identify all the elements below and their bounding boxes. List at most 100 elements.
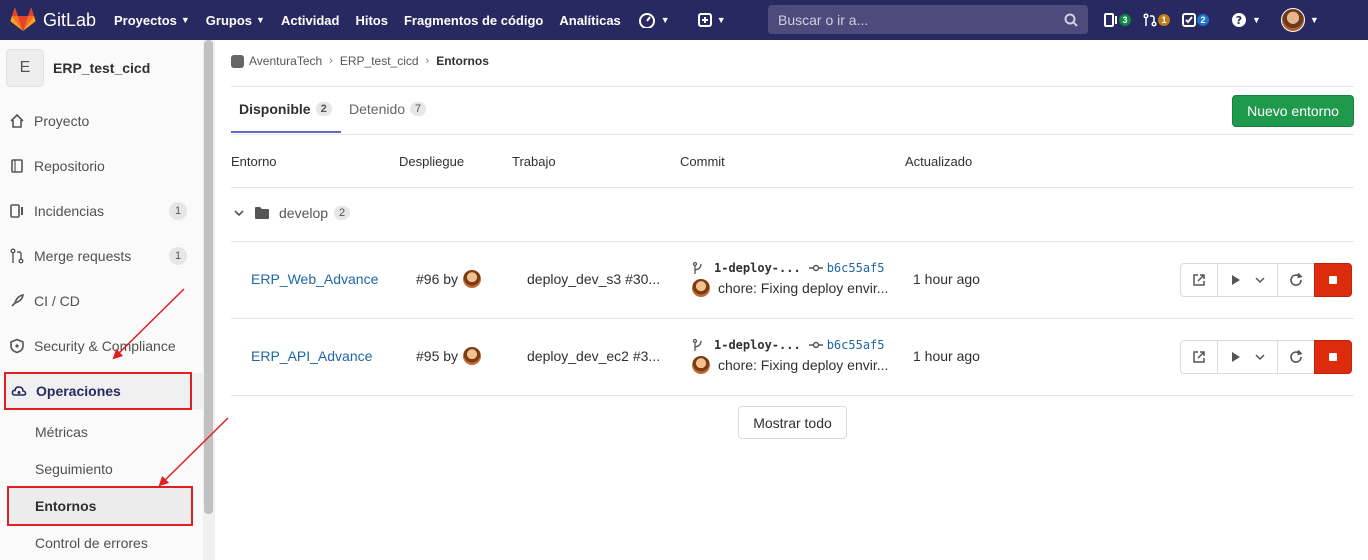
- folder-count-badge: 2: [334, 206, 351, 220]
- commit-sha[interactable]: b6c55af5: [827, 261, 885, 275]
- open-external-button[interactable]: [1180, 263, 1218, 297]
- commit-author-avatar[interactable]: [692, 279, 710, 297]
- environment-link[interactable]: ERP_API_Advance: [251, 348, 372, 364]
- sidebar-item-incidencias[interactable]: Incidencias 1: [8, 193, 190, 229]
- new-dropdown[interactable]: ▼: [697, 13, 726, 27]
- nav-label: Actividad: [280, 12, 340, 28]
- issues-icon: [1104, 13, 1117, 27]
- chevron-right-icon: ›: [425, 55, 430, 67]
- sidebar-item-label: Repositorio: [34, 158, 105, 174]
- gitlab-logo[interactable]: GitLab: [10, 8, 114, 32]
- sidebar-item-security[interactable]: Security & Compliance: [8, 328, 190, 364]
- gitlab-fox-icon: [10, 8, 36, 31]
- tab-detenido[interactable]: Detenido 7: [349, 101, 427, 117]
- performance-dropdown[interactable]: ▼: [637, 12, 670, 28]
- group-avatar: [231, 54, 244, 68]
- dashboard-gauge-icon: [638, 13, 655, 28]
- chevron-right-icon: ›: [329, 55, 333, 67]
- tab-count-badge: 7: [410, 102, 427, 116]
- sidebar-item-ci-cd[interactable]: CI / CD: [8, 283, 190, 319]
- play-icon: [1231, 352, 1240, 362]
- stop-icon: [1329, 353, 1337, 361]
- nav-hitos[interactable]: Hitos: [355, 13, 388, 28]
- job-link[interactable]: deploy_dev_s3 #30...: [527, 271, 660, 287]
- search-input[interactable]: Buscar o ir a...: [768, 5, 1088, 34]
- commit-ref[interactable]: 1-deploy-...: [714, 338, 801, 352]
- breadcrumb-project[interactable]: ERP_test_cicd: [340, 54, 419, 68]
- nav-proyectos[interactable]: Proyectos ▼: [114, 13, 190, 28]
- mr-count-badge: 1: [1158, 14, 1170, 26]
- highlight-box-entornos: [7, 486, 193, 526]
- open-external-button[interactable]: [1180, 340, 1218, 374]
- updated-time: 1 hour ago: [913, 271, 980, 287]
- help-icon: ?: [1232, 13, 1246, 27]
- environment-link[interactable]: ERP_Web_Advance: [251, 271, 378, 287]
- col-header-trabajo: Trabajo: [512, 154, 556, 169]
- sidebar-item-repositorio[interactable]: Repositorio: [8, 148, 190, 184]
- commit-sha[interactable]: b6c55af5: [827, 338, 885, 352]
- tab-count-badge: 2: [315, 102, 332, 116]
- nav-fragmentos[interactable]: Fragmentos de código: [404, 13, 543, 28]
- issues-count-badge: 3: [1119, 14, 1131, 26]
- chevron-down-icon: ▼: [1252, 15, 1261, 25]
- sidebar-item-merge-requests[interactable]: Merge requests 1: [8, 238, 190, 274]
- col-header-entorno: Entorno: [231, 154, 277, 169]
- commit-message[interactable]: chore: Fixing deploy envir...: [718, 357, 888, 373]
- user-menu[interactable]: ▼: [1280, 8, 1319, 32]
- issues-shortcut[interactable]: 3: [1104, 13, 1131, 27]
- user-avatar[interactable]: [463, 347, 482, 365]
- manual-actions-dropdown[interactable]: [1217, 340, 1278, 374]
- divider: [231, 395, 1354, 396]
- deployment-id: #96 by: [416, 271, 459, 287]
- stop-environment-button[interactable]: [1314, 340, 1352, 374]
- sidebar-subitem-metricas[interactable]: Métricas: [35, 424, 88, 440]
- breadcrumb-group[interactable]: AventuraTech: [249, 54, 322, 68]
- job-link[interactable]: deploy_dev_ec2 #3...: [527, 348, 660, 364]
- merge-requests-shortcut[interactable]: 1: [1143, 13, 1170, 27]
- merge-request-icon: [1143, 13, 1157, 27]
- chevron-down-icon: ▼: [256, 15, 265, 25]
- new-environment-button[interactable]: Nuevo entorno: [1232, 95, 1354, 127]
- nav-actividad[interactable]: Actividad: [281, 13, 340, 28]
- nav-grupos[interactable]: Grupos ▼: [206, 13, 265, 28]
- commit-author-avatar[interactable]: [692, 356, 710, 374]
- environment-folder-row[interactable]: develop 2: [234, 205, 351, 221]
- user-avatar[interactable]: [463, 270, 482, 288]
- redeploy-button[interactable]: [1277, 263, 1315, 297]
- col-header-despliegue: Despliegue: [399, 154, 465, 169]
- deployment-id: #95 by: [416, 348, 459, 364]
- retry-icon: [1290, 272, 1303, 286]
- project-avatar: E: [6, 49, 44, 87]
- stop-environment-button[interactable]: [1314, 263, 1352, 297]
- tab-disponible[interactable]: Disponible 2: [239, 101, 332, 117]
- rocket-icon: [8, 292, 26, 310]
- user-avatar: [1280, 8, 1305, 32]
- breadcrumb: AventuraTech › ERP_test_cicd › Entornos: [231, 54, 489, 68]
- help-dropdown[interactable]: ? ▼: [1231, 12, 1261, 28]
- project-header[interactable]: E ERP_test_cicd: [6, 49, 150, 87]
- breadcrumb-current[interactable]: Entornos: [436, 54, 489, 68]
- sidebar-item-label: Proyecto: [34, 113, 90, 129]
- plus-square-icon: [697, 13, 712, 27]
- commit-message[interactable]: chore: Fixing deploy envir...: [718, 280, 888, 296]
- sidebar-item-proyecto[interactable]: Proyecto: [8, 103, 190, 139]
- todos-shortcut[interactable]: 2: [1182, 13, 1209, 27]
- home-icon: [8, 112, 26, 130]
- external-link-icon: [1193, 274, 1205, 286]
- sidebar-subitem-control-errores[interactable]: Control de errores: [35, 535, 148, 551]
- show-all-button[interactable]: Mostrar todo: [738, 406, 847, 439]
- commit-icon: [808, 341, 823, 349]
- redeploy-button[interactable]: [1277, 340, 1315, 374]
- commit-ref[interactable]: 1-deploy-...: [714, 261, 801, 275]
- nav-analiticas[interactable]: Analíticas: [559, 13, 620, 28]
- sidebar-subitem-seguimiento[interactable]: Seguimiento: [35, 461, 113, 477]
- sidebar-item-label: Incidencias: [34, 203, 105, 219]
- external-link-icon: [1193, 351, 1205, 363]
- count-badge: 1: [169, 247, 187, 265]
- sidebar-scrollbar[interactable]: [204, 40, 213, 514]
- stop-icon: [1329, 276, 1337, 284]
- manual-actions-dropdown[interactable]: [1217, 263, 1278, 297]
- nav-label: Fragmentos de código: [403, 12, 544, 28]
- active-tab-indicator: [231, 131, 341, 133]
- topbar-right: 3 1 2 ? ▼ ▼: [1104, 0, 1331, 40]
